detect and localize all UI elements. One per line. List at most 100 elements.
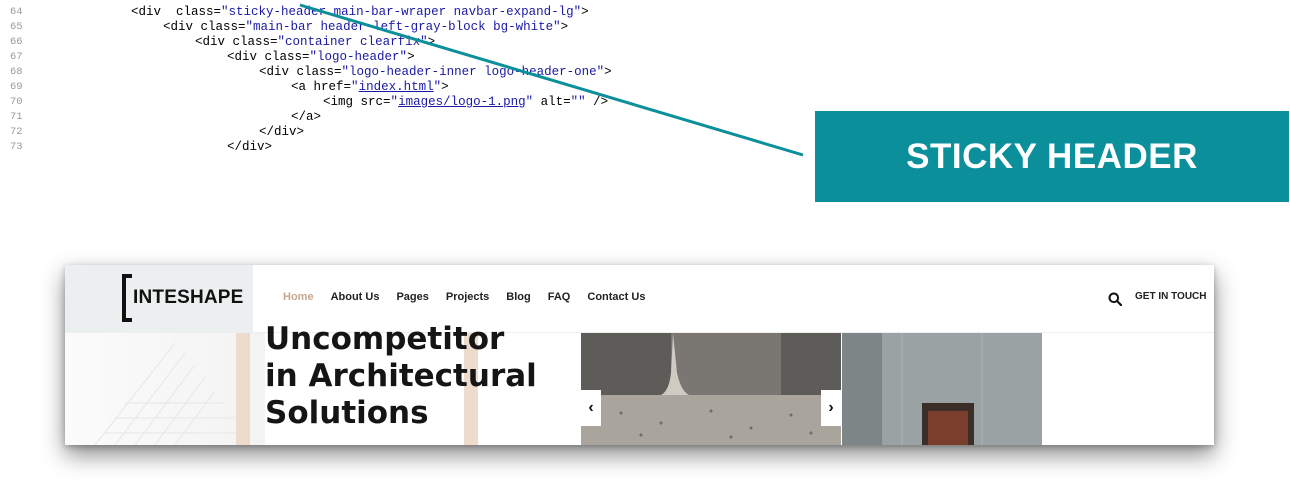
code-token: "	[433, 80, 442, 94]
hero-title-line: Solutions	[265, 395, 429, 431]
website-preview: INTESHAPE Home About Us Pages Projects Blog F…	[65, 265, 1214, 445]
code-token: "sticky-header main-bar-wraper navbar-ex…	[221, 5, 582, 19]
slider-prev-button[interactable]: ‹	[581, 390, 601, 426]
code-token: >	[581, 5, 589, 19]
code-line: 65 <div class="main-bar header-left-gray-…	[0, 20, 800, 35]
code-text: <div class="container clearfix">	[195, 35, 435, 50]
code-token: alt	[533, 95, 564, 109]
code-token: class	[232, 35, 271, 49]
nav-item-home[interactable]: Home	[283, 291, 314, 303]
code-text: <img src="images/logo-1.png" alt="" />	[323, 95, 608, 110]
code-token: class	[296, 65, 335, 79]
code-token: =	[383, 95, 391, 109]
code-token: =	[343, 80, 352, 94]
code-line: 72 </div>	[0, 125, 800, 140]
code-token: =	[302, 50, 310, 64]
code-text: </a>	[291, 110, 321, 125]
code-line: 70 <img src="images/logo-1.png" alt="" />	[0, 95, 800, 110]
code-token: =	[238, 20, 246, 34]
hero-title: Uncompetitor in Architectural Solutions	[265, 321, 585, 432]
line-number: 65	[10, 21, 23, 33]
code-token: =	[334, 65, 342, 79]
code-line: 73 </div>	[0, 140, 800, 155]
get-in-touch-link[interactable]: GET IN TOUCH	[1135, 291, 1206, 302]
code-text: <div class="main-bar header-left-gray-bl…	[163, 20, 568, 35]
code-token: <div	[131, 5, 177, 19]
code-token: <div	[163, 20, 201, 34]
code-token: href	[313, 80, 344, 94]
callout-label: STICKY HEADER	[906, 136, 1198, 176]
nav-item-projects[interactable]: Projects	[446, 291, 489, 303]
code-token: </a>	[291, 110, 322, 124]
logo[interactable]: INTESHAPE	[65, 265, 253, 332]
code-token: =	[270, 35, 278, 49]
code-text: <a href="index.html">	[291, 80, 449, 95]
code-text: </div>	[259, 125, 304, 140]
code-text: </div>	[227, 140, 272, 155]
slider-next-button[interactable]: ›	[821, 390, 841, 426]
line-number: 68	[10, 66, 23, 78]
sticky-header-navbar: INTESHAPE Home About Us Pages Projects Blog F…	[65, 265, 1214, 333]
code-line: 67 <div class="logo-header">	[0, 50, 800, 65]
logo-text: INTESHAPE	[133, 287, 244, 308]
line-number: 70	[10, 96, 23, 108]
nav-item-about-us[interactable]: About Us	[331, 291, 380, 303]
code-token: <div	[227, 50, 265, 64]
search-icon[interactable]	[1108, 292, 1122, 306]
code-token: <img	[323, 95, 361, 109]
code-token: class	[264, 50, 303, 64]
chevron-right-icon: ›	[828, 399, 834, 416]
hero-accent-pillar	[236, 333, 250, 445]
line-number: 66	[10, 36, 23, 48]
code-token: "logo-header-inner logo-header-one"	[341, 65, 605, 79]
code-token: <div	[259, 65, 297, 79]
code-token: <a	[291, 80, 314, 94]
slider-image-concrete-wall	[581, 333, 841, 445]
code-text: <div class="sticky-header main-bar-wrape…	[131, 5, 589, 20]
code-token: />	[585, 95, 609, 109]
line-number: 64	[10, 6, 23, 18]
line-number: 69	[10, 81, 23, 93]
code-token: =	[213, 5, 222, 19]
hero-title-line: in Architectural	[265, 358, 537, 394]
code-token: <div	[195, 35, 233, 49]
code-token: >	[560, 20, 569, 34]
chevron-left-icon: ‹	[588, 399, 594, 416]
nav-item-faq[interactable]: FAQ	[548, 291, 571, 303]
code-token: "	[390, 95, 399, 109]
line-number: 67	[10, 51, 23, 63]
code-text: <div class="logo-header-inner logo-heade…	[259, 65, 612, 80]
nav-item-contact-us[interactable]: Contact Us	[587, 291, 645, 303]
code-token: >	[604, 65, 612, 79]
building-sketch-image	[94, 342, 240, 445]
line-number: 73	[10, 141, 23, 153]
hero-title-line: Uncompetitor	[265, 321, 505, 357]
code-token: class	[176, 5, 214, 19]
code-token: "main-bar header-left-gray-block bg-whit…	[245, 20, 561, 34]
code-token: </div>	[227, 140, 273, 154]
code-token: src	[360, 95, 384, 109]
code-token: "container clearfix"	[277, 35, 428, 49]
code-token: >	[427, 35, 436, 49]
code-token: "	[351, 80, 359, 94]
code-token: =	[563, 95, 571, 109]
code-listing: 64 <div class="sticky-header main-bar-wra…	[0, 0, 800, 160]
code-text: <div class="logo-header">	[227, 50, 415, 65]
nav-item-pages[interactable]: Pages	[396, 291, 428, 303]
nav-item-blog[interactable]: Blog	[506, 291, 530, 303]
nav-menu: Home About Us Pages Projects Blog FAQ Contact …	[283, 291, 662, 303]
code-link[interactable]: index.html	[359, 80, 434, 94]
logo-bracket-icon	[122, 274, 132, 322]
code-link[interactable]: images/logo-1.png	[398, 95, 526, 109]
hero-section: Uncompetitor in Architectural Solutions	[65, 321, 1214, 445]
slider-image-interior	[842, 333, 1042, 445]
code-line: 64 <div class="sticky-header main-bar-wra…	[0, 5, 800, 20]
line-number: 71	[10, 111, 23, 123]
code-token: "logo-header"	[309, 50, 408, 64]
code-token: "	[525, 95, 534, 109]
code-line: 68 <div class="logo-header-inner logo-hea…	[0, 65, 800, 80]
code-token: </div>	[259, 125, 305, 139]
code-token: ""	[570, 95, 586, 109]
code-token: class	[200, 20, 239, 34]
sticky-header-callout: STICKY HEADER	[815, 111, 1289, 202]
